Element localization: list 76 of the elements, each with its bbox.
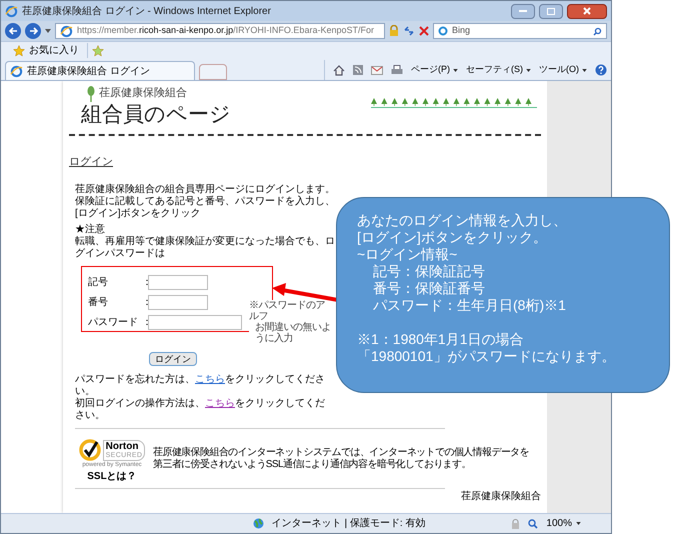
help-link[interactable]: こちら xyxy=(195,374,225,385)
field-colon: ： xyxy=(142,276,148,290)
callout-text: ※1：1980年1月1日の場合 xyxy=(357,331,525,348)
back-button[interactable] xyxy=(5,23,21,39)
caret-icon xyxy=(582,68,587,72)
stop-icon[interactable] xyxy=(419,26,429,36)
maximize-button[interactable] xyxy=(539,4,563,18)
callout-text: ~ログイン情報~ xyxy=(357,246,458,263)
tree-icon xyxy=(87,86,95,102)
page-title: 組合員のページ xyxy=(81,102,231,128)
callout-text: あなたのログイン情報を入力し、 xyxy=(357,212,568,229)
callout-text: 記号：保険証記号 xyxy=(372,263,486,280)
callout-text: 番号：保険証番号 xyxy=(372,280,486,297)
zoom-icon[interactable] xyxy=(528,518,538,528)
field-label: 番号 xyxy=(88,296,109,310)
feed-icon[interactable] xyxy=(353,65,363,75)
close-icon xyxy=(583,7,591,15)
input-field[interactable] xyxy=(148,294,208,310)
ssl-text: 荏原健康保険組合のインターネットシステムでは、インターネットでの個人情報データを xyxy=(153,447,530,458)
window-title: 荏原健康保険組合 ログイン - Windows Internet Explorer xyxy=(22,4,271,18)
command-menu[interactable]: セーフティ(S) xyxy=(466,63,531,77)
zoom-level[interactable]: 100% xyxy=(546,516,581,531)
command-menu[interactable]: ページ(P) xyxy=(411,63,458,77)
help-sentence: 初回ログインの操作方法は、こちら をクリックしてください。 xyxy=(75,398,326,422)
favorites-button[interactable]: お気に入り xyxy=(13,43,88,58)
minimize-button[interactable] xyxy=(511,4,535,18)
refresh-icon[interactable] xyxy=(403,25,415,37)
caret-icon[interactable] xyxy=(45,29,51,33)
star-icon xyxy=(13,44,25,56)
field-colon: ： xyxy=(142,296,148,310)
lock-icon[interactable] xyxy=(511,518,520,528)
lock-icon[interactable] xyxy=(389,25,399,37)
add-favorite-icon[interactable] xyxy=(92,44,104,56)
notice-title: ★注意 xyxy=(75,224,106,236)
security-zone: インターネット | 保護モード: 有効 xyxy=(272,516,426,531)
new-tab-button[interactable] xyxy=(199,64,227,80)
login-button[interactable]: ログイン xyxy=(149,352,197,366)
ssl-text: 第三者に傍受されないようSSL通信により通信内容を暗号化しております。 xyxy=(153,459,472,471)
browser-tab[interactable]: 荏原健康保険組合 ログイン xyxy=(5,61,195,80)
field-colon: ： xyxy=(142,316,148,330)
search-icon[interactable] xyxy=(593,26,602,36)
caret-icon xyxy=(526,68,531,72)
forward-button[interactable] xyxy=(25,23,41,39)
right-arrow-icon xyxy=(28,27,38,35)
field-label: 記号 xyxy=(88,276,109,290)
help-icon[interactable] xyxy=(595,64,607,76)
command-menu[interactable]: ツール(O) xyxy=(539,63,587,77)
intro-text: 保険証に記載してある記号と番号、パスワードを入力し、[ログイン]ボタンをクリック xyxy=(75,196,336,220)
caret-icon xyxy=(453,68,458,72)
browser-logo-icon xyxy=(5,4,18,18)
close-button[interactable] xyxy=(567,4,607,18)
printer-icon[interactable] xyxy=(391,64,403,76)
org-name: 荏原健康保険組合 xyxy=(99,86,187,101)
home-icon[interactable] xyxy=(333,64,345,76)
input-field[interactable] xyxy=(148,274,208,290)
caret-icon xyxy=(576,522,581,525)
search-field[interactable]: Bing xyxy=(433,23,607,39)
page-icon xyxy=(60,24,73,38)
left-arrow-icon xyxy=(8,27,18,35)
address-field[interactable]: https://member.ricoh-san-ai-kenpo.or.jp/IRYOHI-INFO.Ebara-KenpoST/For xyxy=(55,23,385,39)
callout-text: パスワード：生年月日(8桁)※1 xyxy=(372,297,567,314)
field-label: パスワード xyxy=(88,316,139,330)
ssl-link[interactable]: SSLとは？ xyxy=(87,470,137,484)
mail-icon[interactable] xyxy=(371,66,383,74)
intro-text: 荏原健康保険組合の組合員専用ページにログインします。 xyxy=(75,184,336,196)
help-sentence: パスワードを忘れた方は、こちら をクリックしてください。 xyxy=(75,374,326,398)
callout-text: 「19800101」がパスワードになります。 xyxy=(357,348,616,365)
notice-text: 転職、再雇用等で健康保険証が変更になった場合でも、ログインパスワードは xyxy=(75,236,336,260)
footer-text: 荏原健康保険組合 xyxy=(460,490,541,504)
help-link[interactable]: こちら xyxy=(205,398,235,409)
input-field[interactable] xyxy=(148,314,242,330)
section-heading: ログイン xyxy=(69,154,114,170)
page-icon xyxy=(10,64,23,78)
globe-icon xyxy=(252,518,264,529)
callout-text: [ログイン]ボタンをクリック。 xyxy=(357,229,548,246)
ring-icon xyxy=(438,26,448,36)
